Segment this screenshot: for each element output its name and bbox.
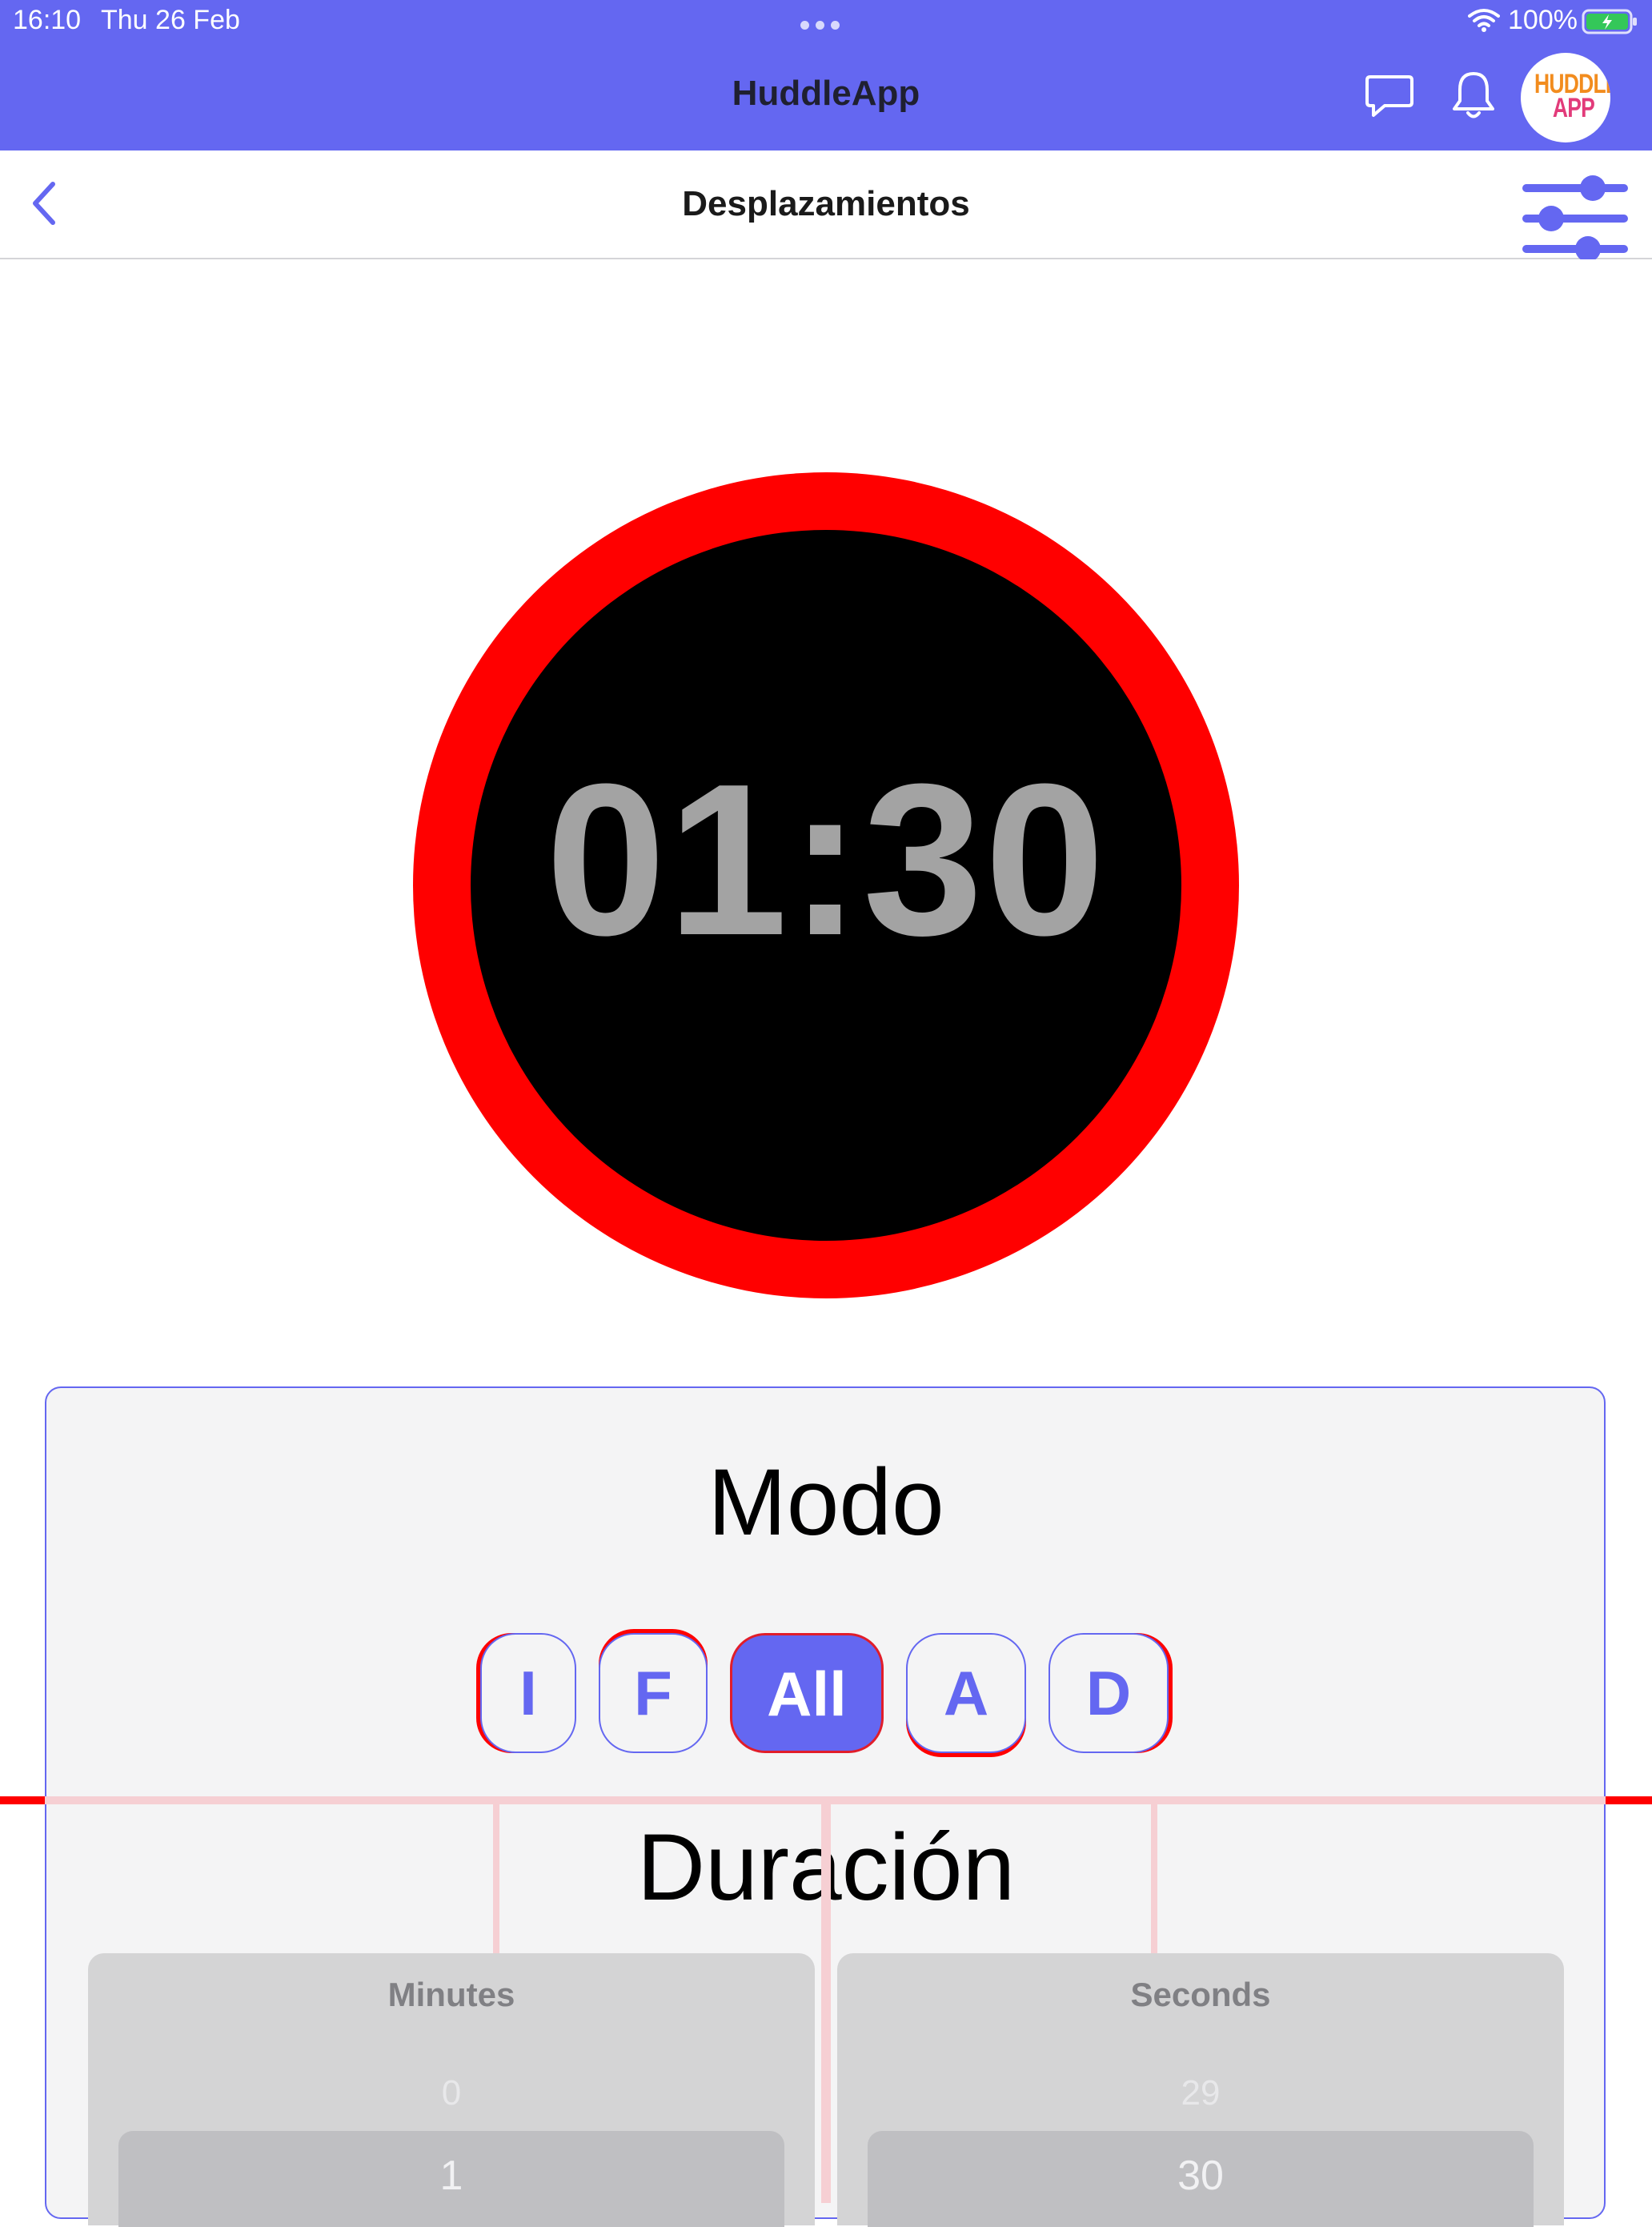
navigation-bar: Desplazamientos <box>0 150 1652 259</box>
app-header: 16:10 Thu 26 Feb 100% HuddleApp HUDDLE A… <box>0 0 1652 150</box>
minutes-label: Minutes <box>387 1976 515 2013</box>
wifi-icon <box>1468 9 1500 32</box>
layout-guide-line <box>45 1796 1606 1804</box>
page-title: Desplazamientos <box>682 184 970 223</box>
status-date: Thu 26 Feb <box>101 5 240 35</box>
minutes-selected-row[interactable]: 1 <box>118 2131 784 2227</box>
chat-icon[interactable] <box>1364 72 1415 120</box>
battery-icon <box>1582 9 1637 34</box>
avatar-logo-line2: APP <box>1552 93 1595 123</box>
mode-title: Modo <box>708 1450 944 1555</box>
minutes-selected-value: 1 <box>439 2153 463 2199</box>
seconds-selected-value: 30 <box>1177 2153 1224 2199</box>
minutes-picker[interactable]: Minutes 0 1 <box>88 1953 815 2227</box>
mode-option-f[interactable]: F <box>599 1633 708 1753</box>
bell-icon[interactable] <box>1450 69 1497 122</box>
seconds-label: Seconds <box>1130 1976 1271 2013</box>
mode-option-a[interactable]: A <box>906 1633 1026 1753</box>
avatar[interactable]: HUDDLE APP <box>1521 53 1610 142</box>
mode-option-i[interactable]: I <box>480 1633 576 1753</box>
filter-sliders-icon[interactable] <box>1519 171 1631 259</box>
multitasking-dots-icon[interactable] <box>800 19 848 30</box>
seconds-picker[interactable]: Seconds 29 30 <box>837 1953 1564 2227</box>
minutes-previous-value[interactable]: 0 <box>88 2073 815 2113</box>
seconds-previous-value[interactable]: 29 <box>837 2073 1564 2113</box>
mode-option-all[interactable]: All <box>730 1633 884 1753</box>
seconds-selected-row[interactable]: 30 <box>868 2131 1534 2227</box>
layout-guide-line <box>821 1804 831 2203</box>
status-time: 16:10 <box>13 5 82 35</box>
battery-percentage: 100% <box>1508 5 1578 35</box>
timer-display: 01:30 <box>545 740 1107 981</box>
mode-option-d[interactable]: D <box>1049 1633 1169 1753</box>
